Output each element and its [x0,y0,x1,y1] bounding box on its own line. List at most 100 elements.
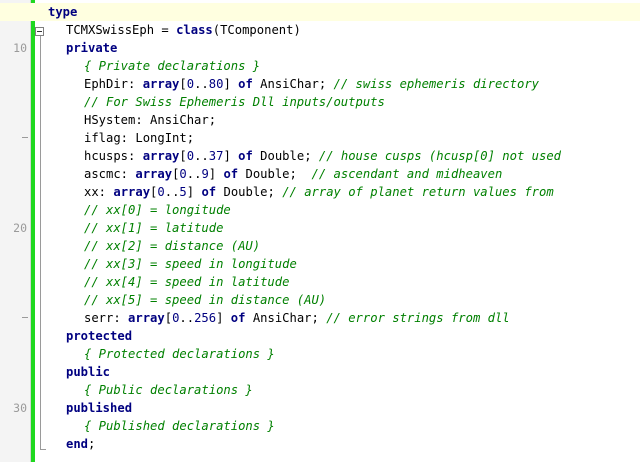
code-line[interactable]: 30 published [0,399,640,417]
text-token: AnsiChar; [252,77,334,91]
keyword-token: array [142,149,180,163]
text-token: .. [186,167,202,181]
number-token: 5 [179,185,187,199]
code-text[interactable]: { Published declarations } [84,417,275,435]
text-token: [ [179,149,187,163]
code-line[interactable]: // xx[0] = longitude [0,201,640,219]
text-token: HSystem: AnsiChar; [84,113,217,127]
code-editor[interactable]: type TCMXSwissEph = class(TComponent) 10 pr… [0,0,640,462]
code-text[interactable]: EphDir: array[0..80] of AnsiChar; // swi… [84,75,539,93]
keyword-token: of [230,311,246,325]
code-text[interactable]: // xx[0] = longitude [84,201,231,219]
code-line[interactable]: serr: array[0..256] of AnsiChar; // erro… [0,309,640,327]
code-text[interactable]: end; [66,435,95,453]
code-text[interactable]: // xx[2] = distance (AU) [84,237,260,255]
code-line[interactable]: // xx[5] = speed in distance (AU) [0,291,640,309]
code-text[interactable]: published [66,399,132,417]
comment-token: { Protected declarations } [84,347,275,361]
text-token: (TComponent) [212,23,301,37]
code-text[interactable]: type [48,3,77,21]
number-token: 37 [208,149,224,163]
comment-token: // xx[0] = longitude [84,203,231,217]
code-text[interactable]: public [66,363,110,381]
code-line[interactable]: type [0,3,640,21]
text-token: serr: [84,311,129,325]
code-text[interactable]: { Protected declarations } [84,345,275,363]
text-token: ] [223,77,239,91]
code-text[interactable]: xx: array[0..5] of Double; // array of p… [84,183,554,201]
code-line[interactable]: { Protected declarations } [0,345,640,363]
comment-token: // xx[3] = speed in longitude [84,257,297,271]
code-text[interactable]: // xx[3] = speed in longitude [84,255,297,273]
keyword-token: array [113,185,151,199]
keyword-token: array [135,167,173,181]
code-text[interactable]: // For Swiss Ephemeris Dll inputs/output… [84,93,385,111]
code-line[interactable]: ascmc: array[0..9] of Double; // ascenda… [0,165,640,183]
code-text[interactable]: // xx[4] = speed in latitude [84,273,289,291]
code-line[interactable]: // xx[4] = speed in latitude [0,273,640,291]
code-text[interactable]: private [66,39,117,57]
code-line[interactable]: // xx[3] = speed in longitude [0,255,640,273]
code-line[interactable]: TCMXSwissEph = class(TComponent) [0,21,640,39]
code-text[interactable]: iflag: LongInt; [84,129,194,147]
code-text[interactable]: serr: array[0..256] of AnsiChar; // erro… [84,309,510,327]
code-text[interactable]: { Private declarations } [84,57,260,75]
comment-token: // xx[4] = speed in latitude [84,275,290,289]
text-token: ] [216,311,231,325]
code-line[interactable]: EphDir: array[0..80] of AnsiChar; // swi… [0,75,640,93]
comment-token: // swiss ephemeris directory [333,77,539,91]
comment-token: { Private declarations } [84,59,261,73]
code-line[interactable]: end; [0,435,640,453]
code-text[interactable]: // xx[1] = latitude [84,219,223,237]
code-text[interactable]: // xx[5] = speed in distance (AU) [84,291,326,309]
code-line[interactable]: { Private declarations } [0,57,640,75]
keyword-token: of [223,167,239,181]
keyword-token: published [66,401,133,415]
keyword-token: of [238,149,253,163]
code-line[interactable]: // For Swiss Ephemeris Dll inputs/output… [0,93,640,111]
text-token: AnsiChar; [245,311,327,325]
text-token: [ [164,311,173,325]
text-token: .. [194,77,209,91]
code-line[interactable]: 10 private [0,39,640,57]
text-token: ] [208,167,224,181]
code-text[interactable]: ascmc: array[0..9] of Double; // ascenda… [84,165,502,183]
code-line[interactable]: { Public declarations } [0,381,640,399]
text-token: Double; [216,185,283,199]
number-token: 0 [157,185,165,199]
code-text[interactable]: { Public declarations } [84,381,253,399]
text-token: EphDir: [84,77,143,91]
code-line[interactable]: { Published declarations } [0,417,640,435]
number-token: 0 [186,77,195,91]
comment-token: // xx[2] = distance (AU) [84,239,261,253]
text-token: iflag: LongInt; [84,131,195,145]
line-number: 30 [13,401,27,415]
text-token: xx: [84,185,114,199]
keyword-token: of [238,77,253,91]
comment-token: // xx[5] = speed in distance (AU) [84,293,327,307]
code-line[interactable]: protected [0,327,640,345]
code-line[interactable]: hcusps: array[0..37] of Double; // house… [0,147,640,165]
comment-token: // ascendant and midheaven [311,167,503,181]
code-text[interactable]: TCMXSwissEph = class(TComponent) [66,21,301,39]
text-token: [ [179,77,187,91]
code-line[interactable]: 20 // xx[1] = latitude [0,219,640,237]
keyword-token: class [176,23,213,37]
gutter-tick-mark [22,317,28,318]
code-line[interactable]: HSystem: AnsiChar; [0,111,640,129]
code-line[interactable]: xx: array[0..5] of Double; // array of p… [0,183,640,201]
comment-token: // For Swiss Ephemeris Dll inputs/output… [84,95,385,109]
number-token: 0 [186,149,195,163]
code-text[interactable]: protected [66,327,132,345]
code-text[interactable]: hcusps: array[0..37] of Double; // house… [84,147,561,165]
code-line[interactable]: // xx[2] = distance (AU) [0,237,640,255]
code-line[interactable]: public [0,363,640,381]
comment-token: // error strings from dll [326,311,510,325]
gutter-tick-mark [22,137,28,138]
code-text[interactable]: HSystem: AnsiChar; [84,111,216,129]
comment-token: // house cusps (hcusp[0] not used [318,149,562,163]
code-line[interactable]: iflag: LongInt; [0,129,640,147]
number-token: 256 [194,311,217,325]
text-token: ] [186,185,202,199]
keyword-token: of [201,185,217,199]
